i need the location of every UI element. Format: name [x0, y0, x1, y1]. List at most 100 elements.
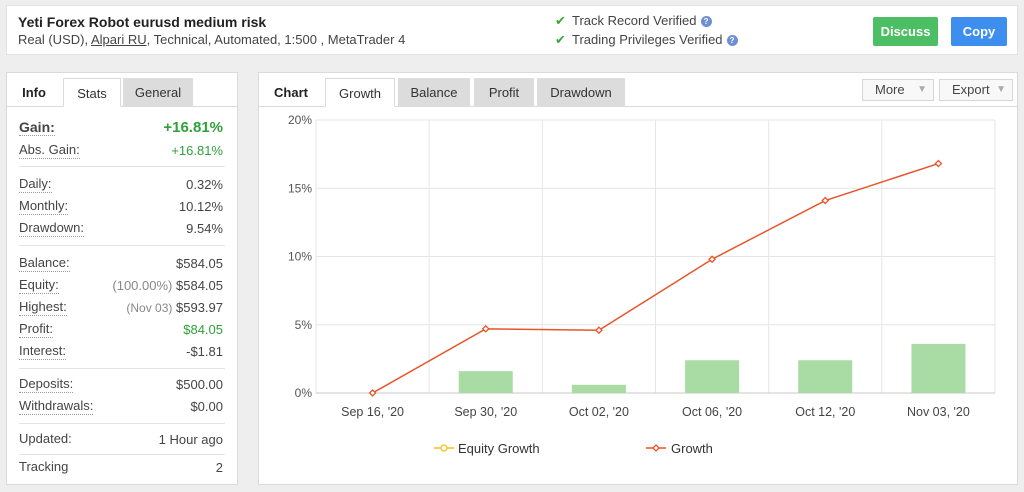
check-icon: ✔ — [555, 13, 566, 28]
equity-bar — [458, 371, 513, 393]
x-tick-label: Nov 03, '20 — [907, 405, 970, 419]
y-tick-label: 0% — [295, 386, 313, 400]
trading-privileges-status: ✔ Trading Privileges Verified? — [555, 32, 738, 48]
copy-button[interactable]: Copy — [951, 17, 1007, 46]
equity-value: $584.05 — [176, 278, 223, 293]
gain-label[interactable]: Gain: — [19, 119, 55, 136]
equity-bar — [798, 360, 853, 393]
abs-gain-label[interactable]: Abs. Gain: — [19, 142, 80, 159]
abs-gain-value: +16.81% — [171, 143, 223, 158]
profit-row: Profit: $84.05 — [19, 321, 223, 339]
tracking-value: 2 — [215, 460, 223, 475]
x-tick-label: Oct 12, '20 — [795, 405, 855, 419]
y-tick-label: 20% — [288, 113, 312, 127]
x-tick-label: Oct 02, '20 — [569, 405, 629, 419]
drawdown-row: Drawdown: 9.54% — [19, 220, 223, 238]
tab-chart[interactable]: Chart — [259, 78, 323, 107]
interest-label[interactable]: Interest: — [19, 343, 66, 360]
more-dropdown[interactable]: More ▼ — [862, 79, 934, 101]
tab-profit[interactable]: Profit — [474, 78, 534, 107]
y-tick-label: 10% — [288, 250, 312, 264]
tracking-label: Tracking — [19, 459, 69, 474]
tab-drawdown[interactable]: Drawdown — [537, 78, 625, 107]
gain-row: Gain: +16.81% — [19, 119, 223, 137]
updated-value: 1 Hour ago — [158, 432, 223, 447]
monthly-label[interactable]: Monthly: — [19, 198, 69, 215]
growth-chart: 0% 5% 10% 15% 20% Sep 16, '20 Sep 30, '20 Oct 0… — [288, 113, 996, 456]
highest-value: $593.97 — [176, 300, 223, 315]
y-tick-label: 15% — [288, 181, 312, 195]
balance-value: $584.05 — [176, 256, 223, 271]
broker-link[interactable]: Alpari RU — [91, 32, 147, 47]
account-details: , Technical, Automated, 1:500 , MetaTrad… — [146, 32, 406, 47]
highest-value-group: (Nov 03) $593.97 — [126, 299, 223, 317]
check-icon: ✔ — [555, 32, 566, 47]
daily-label[interactable]: Daily: — [19, 176, 52, 193]
axis-labels: 0% 5% 10% 15% 20% Sep 16, '20 Sep 30, '20 Oct 0… — [288, 113, 970, 419]
updated-label: Updated: — [19, 431, 72, 446]
chevron-down-icon: ▼ — [917, 84, 927, 95]
growth-point — [481, 324, 490, 333]
withdrawals-label[interactable]: Withdrawals: — [19, 398, 94, 415]
growth-point — [934, 159, 943, 168]
equity-label[interactable]: Equity: — [19, 277, 59, 294]
highest-date: (Nov 03) — [126, 301, 173, 315]
balance-label[interactable]: Balance: — [19, 255, 70, 272]
export-dropdown[interactable]: Export ▼ — [939, 79, 1013, 101]
interest-row: Interest: -$1.81 — [19, 343, 223, 361]
info-tabs: Info Stats General — [7, 73, 237, 107]
help-icon[interactable]: ? — [726, 35, 738, 46]
legend-growth-label: Growth — [671, 441, 713, 456]
equity-percent: (100.00%) — [112, 278, 173, 293]
info-panel: Info Stats General Gain: +16.81% Abs. Ga… — [6, 72, 238, 485]
chart-panel: Chart Growth Balance Profit Drawdown Mor… — [258, 72, 1018, 485]
daily-row: Daily: 0.32% — [19, 176, 223, 194]
y-tick-label: 5% — [295, 318, 313, 332]
discuss-button[interactable]: Discuss — [873, 17, 938, 46]
growth-point — [368, 389, 377, 397]
equity-bar — [911, 343, 966, 393]
tab-balance[interactable]: Balance — [398, 78, 470, 107]
track-record-label: Track Record Verified — [572, 13, 697, 28]
deposits-label[interactable]: Deposits: — [19, 376, 74, 393]
drawdown-value: 9.54% — [186, 221, 223, 236]
trading-privileges-label: Trading Privileges Verified — [572, 32, 723, 47]
deposits-value: $500.00 — [176, 377, 223, 392]
help-icon[interactable]: ? — [700, 16, 712, 27]
x-tick-label: Sep 30, '20 — [454, 405, 517, 419]
growth-point — [821, 196, 830, 205]
legend-equity-marker — [440, 444, 448, 452]
divider — [19, 368, 225, 369]
equity-row: Equity: (100.00%) $584.05 — [19, 277, 223, 295]
highest-row: Highest: (Nov 03) $593.97 — [19, 299, 223, 317]
tracking-row: Tracking 2 — [19, 459, 223, 477]
account-type: Real (USD), — [18, 32, 89, 47]
tab-info[interactable]: Info — [7, 78, 61, 107]
account-subtitle: Real (USD), Alpari RU, Technical, Automa… — [18, 32, 405, 47]
account-header: Yeti Forex Robot eurusd medium risk Real… — [6, 5, 1018, 55]
divider — [19, 245, 225, 246]
account-title: Yeti Forex Robot eurusd medium risk — [18, 14, 267, 30]
divider — [19, 423, 225, 424]
withdrawals-value: $0.00 — [190, 399, 223, 414]
track-record-status: ✔ Track Record Verified? — [555, 13, 712, 29]
highest-label[interactable]: Highest: — [19, 299, 67, 316]
chevron-down-icon: ▼ — [996, 84, 1006, 95]
daily-value: 0.32% — [186, 177, 223, 192]
profit-label[interactable]: Profit: — [19, 321, 53, 338]
export-label: Export — [952, 82, 990, 97]
tab-general[interactable]: General — [123, 78, 193, 107]
legend-growth-marker — [652, 444, 660, 452]
tab-growth[interactable]: Growth — [325, 78, 395, 107]
equity-value-group: (100.00%) $584.05 — [112, 277, 223, 295]
drawdown-label[interactable]: Drawdown: — [19, 220, 85, 237]
divider — [19, 454, 225, 455]
gain-value: +16.81% — [163, 119, 223, 136]
monthly-row: Monthly: 10.12% — [19, 198, 223, 216]
tab-stats[interactable]: Stats — [63, 78, 121, 107]
abs-gain-row: Abs. Gain: +16.81% — [19, 142, 223, 160]
legend-equity-label: Equity Growth — [458, 441, 540, 456]
x-tick-label: Sep 16, '20 — [341, 405, 404, 419]
chart-legend: Equity Growth Growth — [434, 441, 713, 456]
equity-bar — [571, 384, 626, 393]
